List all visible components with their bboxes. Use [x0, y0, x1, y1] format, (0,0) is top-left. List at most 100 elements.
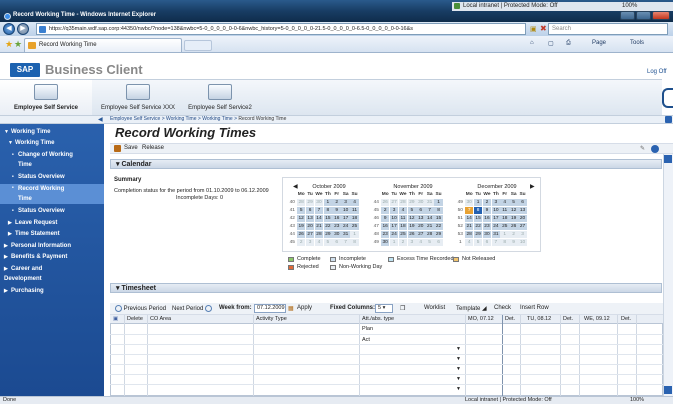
calendar-day[interactable]: 7 — [491, 239, 501, 246]
tools-menu[interactable]: Tools — [630, 40, 644, 46]
dropdown-arrow-icon[interactable]: ▼ — [456, 356, 461, 362]
personalize-pencil-icon[interactable]: ✎ — [640, 145, 645, 152]
print-icon[interactable]: ⎙ — [566, 40, 571, 47]
calendar-day[interactable]: 31 — [491, 231, 501, 238]
calendar-day[interactable]: 17 — [491, 215, 501, 222]
calendar-day[interactable]: 10 — [341, 207, 350, 214]
calendar-day[interactable]: 29 — [305, 199, 315, 206]
calendar-day[interactable]: 2 — [398, 239, 408, 246]
nav-personal-information[interactable]: ▶ Personal Information — [0, 242, 104, 251]
calendar-day[interactable]: 8 — [434, 207, 443, 214]
calendar-day[interactable]: 6 — [434, 239, 443, 246]
nav-working-time-sub[interactable]: ▼ Working Time — [0, 139, 104, 148]
select-all-icon[interactable]: ▣ — [113, 316, 118, 322]
nav-purchasing[interactable]: ▶ Purchasing — [0, 287, 104, 296]
calendar-day[interactable]: 21 — [425, 223, 434, 230]
calendar-picker-icon[interactable]: ▦ — [288, 305, 294, 312]
calendar-day[interactable]: 14 — [314, 215, 324, 222]
calendar-day[interactable]: 31 — [341, 231, 350, 238]
calendar-day[interactable]: 7 — [314, 207, 324, 214]
page-menu[interactable]: Page — [592, 40, 606, 46]
menu-employee-self-service[interactable]: Employee Self Service — [0, 80, 92, 116]
calendar-day[interactable]: 27 — [518, 223, 527, 230]
url-input[interactable]: https://q35main.wdf.sap.corp:44350/nwbc/… — [36, 23, 526, 35]
calendar-day[interactable]: 3 — [491, 199, 501, 206]
minimize-button[interactable] — [620, 11, 635, 20]
calendar-day[interactable]: 30 — [482, 231, 492, 238]
calendar-day[interactable]: 28 — [464, 231, 474, 238]
calendar-day[interactable]: 15 — [473, 215, 483, 222]
calendar-day[interactable]: 1 — [500, 231, 510, 238]
favorites-star-icon[interactable]: ★ — [5, 39, 13, 50]
calendar-day[interactable]: 2 — [332, 199, 342, 206]
nav-status-overview-2[interactable]: • Status Overview — [0, 207, 104, 216]
calendar-day[interactable]: 6 — [416, 207, 426, 214]
calendar-day[interactable]: 4 — [350, 199, 359, 206]
calendar-day[interactable]: 30 — [464, 199, 474, 206]
calendar-day[interactable]: 28 — [314, 231, 324, 238]
breadcrumb-item[interactable]: Employee Self Service — [110, 116, 160, 122]
calendar-day[interactable]: 23 — [380, 231, 390, 238]
calendar-day[interactable]: 2 — [509, 231, 518, 238]
calendar-day[interactable]: 24 — [491, 223, 501, 230]
calendar-day[interactable]: 3 — [305, 239, 315, 246]
calendar-day[interactable]: 29 — [323, 231, 333, 238]
calendar-day[interactable]: 25 — [398, 231, 408, 238]
calendar-day[interactable]: 4 — [314, 239, 324, 246]
zoom-text[interactable]: 100% — [622, 3, 637, 9]
breadcrumb-item[interactable]: Working Time — [166, 116, 196, 122]
calendar-day[interactable]: 28 — [425, 231, 434, 238]
calendar-day[interactable]: 27 — [389, 199, 399, 206]
apply-button[interactable]: Apply — [297, 305, 312, 311]
calendar-day[interactable]: 17 — [389, 223, 399, 230]
dropdown-arrow-icon[interactable]: ▼ — [456, 366, 461, 372]
nav-record-working-time[interactable]: • Record Working Time — [0, 184, 104, 204]
calendar-day[interactable]: 6 — [332, 239, 342, 246]
maximize-content-icon[interactable] — [665, 116, 672, 123]
calendar-section-header[interactable]: ▾ Calendar — [110, 159, 662, 169]
calendar-day[interactable]: 2 — [296, 239, 306, 246]
home-icon[interactable]: ⌂ — [530, 40, 534, 46]
calendar-day[interactable]: 5 — [407, 207, 417, 214]
nav-change-of-working-time[interactable]: • Change of Working Time — [0, 151, 104, 171]
calendar-day[interactable]: 15 — [323, 215, 333, 222]
calendar-day[interactable]: 26 — [296, 231, 306, 238]
calendar-day[interactable]: 14 — [464, 215, 474, 222]
calendar-day[interactable]: 26 — [407, 231, 417, 238]
calendar-day[interactable]: 3 — [407, 239, 417, 246]
next-period-button[interactable]: Next Period — [172, 305, 213, 312]
previous-period-button[interactable]: Previous Period — [115, 305, 166, 312]
calendar-day[interactable]: 4 — [416, 239, 426, 246]
calendar-day[interactable]: 24 — [341, 223, 350, 230]
nav-leave-request[interactable]: ▶ Leave Request — [0, 219, 104, 228]
calendar-day[interactable]: 3 — [518, 231, 527, 238]
calendar-day[interactable]: 8 — [323, 207, 333, 214]
calendar-day[interactable]: 29 — [434, 231, 443, 238]
calendar-day[interactable]: 18 — [350, 215, 359, 222]
calendar-day[interactable]: 9 — [380, 215, 390, 222]
calendar-day[interactable]: 6 — [305, 207, 315, 214]
help-icon[interactable] — [651, 145, 659, 153]
timesheet-section-header[interactable]: ▾ Timesheet — [110, 283, 662, 293]
new-tab-button[interactable] — [184, 40, 212, 51]
calendar-day[interactable]: 16 — [380, 223, 390, 230]
calendar-day[interactable]: 27 — [305, 231, 315, 238]
calendar-day[interactable]: 19 — [509, 215, 518, 222]
calendar-day[interactable]: 24 — [389, 231, 399, 238]
calendar-day[interactable]: 18 — [398, 223, 408, 230]
calendar-day[interactable]: 23 — [482, 223, 492, 230]
calendar-day[interactable]: 25 — [350, 223, 359, 230]
calendar-day[interactable]: 10 — [518, 239, 527, 246]
vertical-scrollbar[interactable] — [663, 154, 673, 396]
calendar-day[interactable]: 9 — [509, 239, 518, 246]
calendar-day[interactable]: 9 — [332, 207, 342, 214]
log-off-link[interactable]: Log Off — [647, 69, 667, 75]
calendar-day[interactable]: 11 — [500, 207, 510, 214]
copy-icon[interactable]: ❐ — [400, 305, 405, 312]
calendar-day[interactable]: 19 — [407, 223, 417, 230]
tab-record-working-time[interactable]: Record Working Time — [24, 38, 182, 52]
dropdown-arrow-icon[interactable]: ▼ — [456, 346, 461, 352]
calendar-day[interactable]: 3 — [341, 199, 350, 206]
scroll-down-button[interactable] — [664, 386, 672, 394]
worklist-button[interactable]: Worklist — [424, 305, 445, 311]
